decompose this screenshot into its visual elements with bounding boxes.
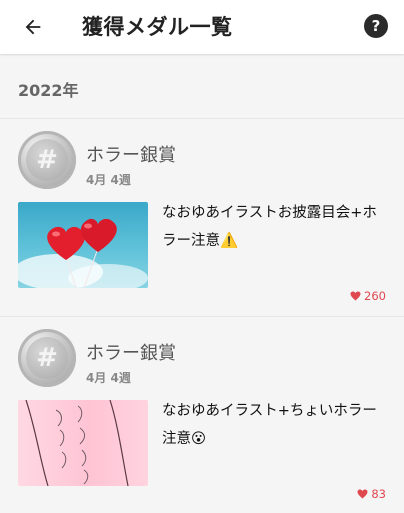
medal-card[interactable]: # ホラー銀賞 4月 4週 なおゆあイラストお披露目会+ホラー注意⚠️ 260 [0,118,404,315]
post-thumbnail[interactable] [18,400,148,486]
like-count-value: 83 [371,487,386,501]
help-button[interactable]: ? [364,14,388,38]
pink-sketch-image [25,400,129,486]
award-name: ホラー銀賞 [86,343,176,364]
award-date: 4月 4週 [86,371,131,385]
app-bar: 獲得メダル一覧 ? [0,0,404,54]
back-arrow-icon [25,19,41,35]
heart-icon [357,489,368,499]
year-heading: 2022年 [18,81,79,100]
back-button[interactable] [18,12,48,42]
medal-card[interactable]: # ホラー銀賞 4月 4週 なおゆあイラスト+ちょいホラー注意😮 83 [0,316,404,513]
post-title[interactable]: なおゆあイラスト+ちょいホラー注意😮 [162,397,382,453]
like-count-value: 260 [364,289,386,303]
post-thumbnail[interactable] [18,202,148,288]
award-name: ホラー銀賞 [86,145,176,166]
heart-balloons-image [18,218,148,288]
award-date: 4月 4週 [86,173,131,187]
like-count: 83 [357,487,386,501]
page-title: 獲得メダル一覧 [82,15,233,39]
silver-medal-icon: # [18,131,76,189]
post-title[interactable]: なおゆあイラストお披露目会+ホラー注意⚠️ [162,199,382,255]
silver-medal-icon: # [18,329,76,387]
heart-icon [350,291,361,301]
like-count: 260 [350,289,386,303]
